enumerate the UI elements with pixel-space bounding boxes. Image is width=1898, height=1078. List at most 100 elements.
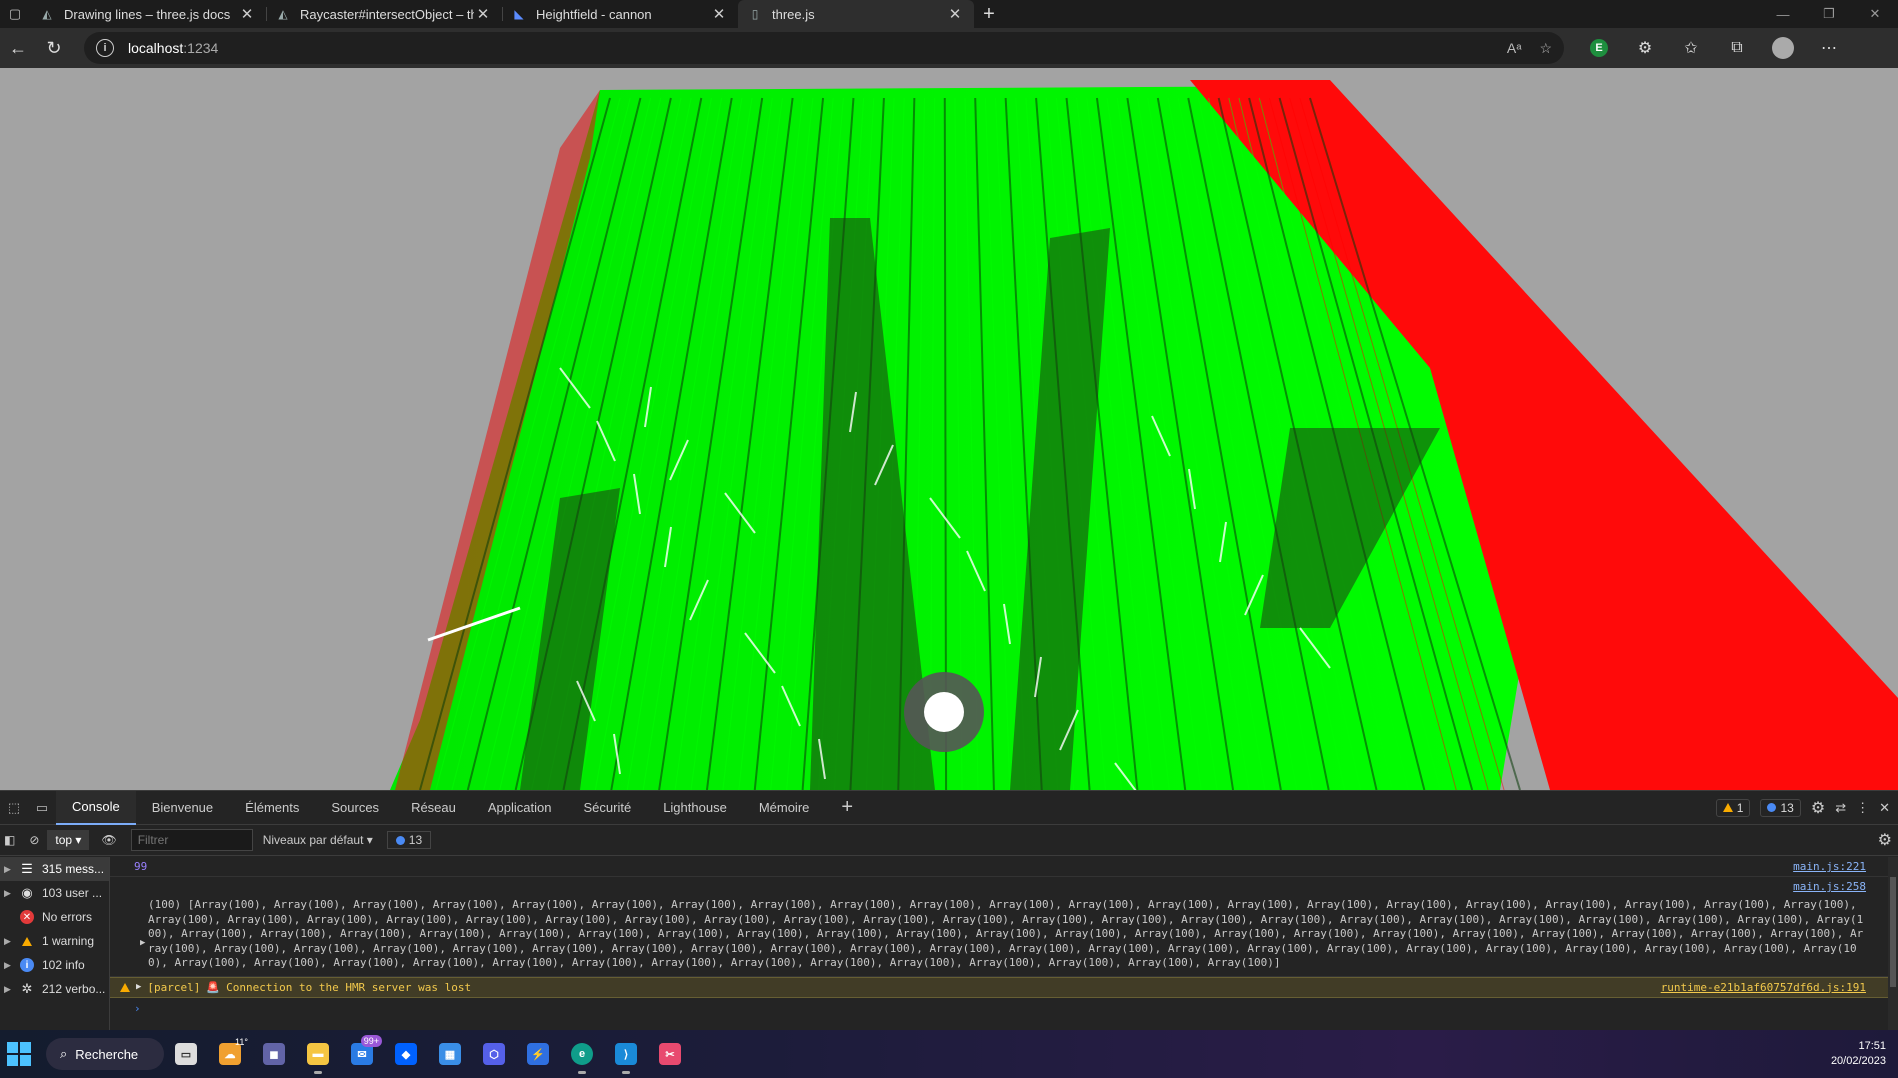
issues-button[interactable]: 13 bbox=[386, 831, 432, 849]
clock-date: 20/02/2023 bbox=[1830, 1055, 1886, 1067]
clear-console-icon[interactable]: ⊘ bbox=[29, 833, 39, 847]
customize-icon[interactable]: ⇄ bbox=[1835, 800, 1846, 816]
weather-temp: 11° bbox=[235, 1037, 248, 1047]
sidebar-item-label: 1 warning bbox=[42, 934, 95, 948]
device-toolbar-icon[interactable]: ▭ bbox=[28, 800, 56, 816]
more-options-icon[interactable]: ⋮ bbox=[1856, 800, 1869, 816]
task-view-icon[interactable]: ▭ bbox=[164, 1032, 208, 1076]
tab-title: Heightfield - cannon bbox=[536, 6, 652, 22]
snipping-tool-icon[interactable]: ✂ bbox=[648, 1032, 692, 1076]
devtools-tab-memory[interactable]: Mémoire bbox=[743, 791, 826, 825]
devtools-tab-elements[interactable]: Éléments bbox=[229, 791, 315, 825]
sidebar-toggle-icon[interactable]: ◧ bbox=[4, 833, 15, 847]
devtools-tab-sources[interactable]: Sources bbox=[315, 791, 395, 825]
windows-start-icon[interactable] bbox=[2, 1037, 36, 1071]
sidebar-item-warnings[interactable]: ▶ 1 warning bbox=[0, 929, 109, 953]
filter-input[interactable] bbox=[130, 829, 253, 851]
warning-counter[interactable]: 1 bbox=[1715, 798, 1751, 817]
tab-actions-icon[interactable]: ▢ bbox=[0, 0, 30, 28]
restore-icon[interactable]: ❐ bbox=[1806, 0, 1852, 28]
more-tools-icon[interactable]: + bbox=[825, 796, 869, 819]
extension-e-icon[interactable]: E bbox=[1576, 37, 1622, 59]
browser-toolbar: ← ↻ i localhost:1234 Aᵃ ☆ E ⚙ ✩ ⧉ ⋯ bbox=[0, 28, 1898, 68]
browser-tab-1[interactable]: ◭ Raycaster#intersectObject – three.js ✕ bbox=[266, 0, 502, 28]
live-expression-icon[interactable]: 👁 bbox=[101, 833, 116, 847]
refresh-icon[interactable]: ↻ bbox=[36, 32, 72, 64]
browser-tab-3[interactable]: ▯ three.js ✕ bbox=[738, 0, 974, 28]
log-source-link[interactable]: main.js:258 bbox=[1793, 880, 1866, 895]
add-favorite-icon[interactable]: ☆ bbox=[1539, 40, 1552, 57]
context-selector[interactable]: top ▾ bbox=[47, 830, 90, 850]
close-tab-icon[interactable]: ✕ bbox=[474, 5, 492, 23]
close-tab-icon[interactable]: ✕ bbox=[238, 5, 256, 23]
devtools-tab-welcome[interactable]: Bienvenue bbox=[136, 791, 229, 825]
weather-icon[interactable]: ☁ 11° bbox=[208, 1032, 252, 1076]
devtools-tab-application[interactable]: Application bbox=[472, 791, 568, 825]
system-clock[interactable]: 17:51 20/02/2023 bbox=[1831, 1039, 1898, 1069]
url-port: :1234 bbox=[183, 40, 219, 56]
store-icon[interactable]: ▦ bbox=[428, 1032, 472, 1076]
settings-icon[interactable]: ⚙ bbox=[1811, 798, 1825, 818]
close-tab-icon[interactable]: ✕ bbox=[946, 5, 964, 23]
collections-icon[interactable]: ⧉ bbox=[1714, 37, 1760, 59]
teams-chat-icon[interactable]: ◼ bbox=[252, 1032, 296, 1076]
profile-avatar[interactable] bbox=[1760, 37, 1806, 59]
sidebar-item-errors[interactable]: ✕ No errors bbox=[0, 905, 109, 929]
sidebar-item-info[interactable]: ▶ i 102 info bbox=[0, 953, 109, 977]
favorites-icon[interactable]: ✩ bbox=[1668, 37, 1714, 59]
power-automate-icon[interactable]: ⚡ bbox=[516, 1032, 560, 1076]
extensions-icon[interactable]: ⚙ bbox=[1622, 37, 1668, 59]
devtools-tabbar: ⬚ ▭ Console Bienvenue Éléments Sources R… bbox=[0, 790, 1898, 825]
sidebar-item-verbose[interactable]: ▶ ✲ 212 verbo... bbox=[0, 977, 109, 1001]
minimize-icon[interactable]: — bbox=[1760, 0, 1806, 28]
mail-icon[interactable]: ✉ 99+ bbox=[340, 1032, 384, 1076]
log-source-link[interactable]: main.js:221 bbox=[1793, 860, 1866, 873]
sidebar-item-label: 212 verbo... bbox=[42, 982, 106, 996]
new-tab-button[interactable]: + bbox=[974, 0, 1004, 28]
browser-tab-2[interactable]: ◣ Heightfield - cannon ✕ bbox=[502, 0, 738, 28]
site-info-icon[interactable]: i bbox=[96, 39, 114, 57]
issues-icon bbox=[395, 835, 405, 845]
file-explorer-icon[interactable]: ▬ bbox=[296, 1032, 340, 1076]
address-bar[interactable]: i localhost:1234 Aᵃ ☆ bbox=[84, 32, 1564, 64]
back-icon[interactable]: ← bbox=[0, 32, 36, 64]
devtools-tab-security[interactable]: Sécurité bbox=[567, 791, 647, 825]
log-source-link[interactable]: runtime-e21b1af60757df6d.js:191 bbox=[1661, 981, 1866, 994]
raycast-scene[interactable] bbox=[0, 68, 1898, 790]
console-prompt[interactable]: › bbox=[110, 998, 1898, 1019]
log-array[interactable]: ▶ main.js:258 (100) [Array(100), Array(1… bbox=[110, 877, 1898, 977]
devtools-tab-lighthouse[interactable]: Lighthouse bbox=[647, 791, 743, 825]
info-icon bbox=[1767, 803, 1777, 812]
expand-caret-icon[interactable]: ▶ bbox=[136, 982, 141, 992]
info-counter[interactable]: 13 bbox=[1760, 798, 1801, 817]
bug-icon: ✲ bbox=[21, 981, 33, 996]
cannon-icon: ◣ bbox=[514, 7, 524, 21]
log-levels-dropdown[interactable]: Niveaux par défaut ▾ bbox=[263, 833, 373, 847]
warning-icon bbox=[1722, 803, 1733, 812]
close-tab-icon[interactable]: ✕ bbox=[710, 5, 728, 23]
console-scrollbar[interactable] bbox=[1888, 857, 1898, 1031]
console-settings-icon[interactable]: ⚙ bbox=[1878, 830, 1898, 850]
devtools-tab-network[interactable]: Réseau bbox=[395, 791, 472, 825]
log-value: 99 bbox=[134, 860, 148, 873]
more-icon[interactable]: ⋯ bbox=[1806, 37, 1852, 59]
expand-caret-icon[interactable]: ▶ bbox=[140, 936, 145, 951]
close-devtools-icon[interactable]: ✕ bbox=[1879, 800, 1890, 816]
edge-icon[interactable]: e bbox=[560, 1032, 604, 1076]
dropbox-icon[interactable]: ◆ bbox=[384, 1032, 428, 1076]
close-window-icon[interactable]: ✕ bbox=[1852, 0, 1898, 28]
taskbar-search[interactable]: ⌕ Recherche bbox=[46, 1038, 164, 1070]
sidebar-item-messages[interactable]: ▶ ☰ 315 mess... bbox=[0, 857, 109, 881]
user-icon: ◉ bbox=[21, 885, 33, 900]
sidebar-item-user[interactable]: ▶ ◉ 103 user ... bbox=[0, 881, 109, 905]
console-toolbar: ◧ ⊘ top ▾ 👁 Niveaux par défaut ▾ 13 ⚙ bbox=[0, 825, 1898, 856]
browser-tab-0[interactable]: ◭ Drawing lines – three.js docs ✕ bbox=[30, 0, 266, 28]
player-sphere-highlight bbox=[924, 692, 964, 732]
app-hexagon-icon[interactable]: ⬡ bbox=[472, 1032, 516, 1076]
threejs-canvas[interactable] bbox=[0, 68, 1898, 790]
read-aloud-icon[interactable]: Aᵃ bbox=[1507, 40, 1522, 57]
devtools-tab-console[interactable]: Console bbox=[56, 790, 136, 825]
inspect-icon[interactable]: ⬚ bbox=[0, 800, 28, 816]
log-warning: ▶ [parcel] 🚨 Connection to the HMR serve… bbox=[110, 976, 1898, 998]
vscode-icon[interactable]: ⟩ bbox=[604, 1032, 648, 1076]
